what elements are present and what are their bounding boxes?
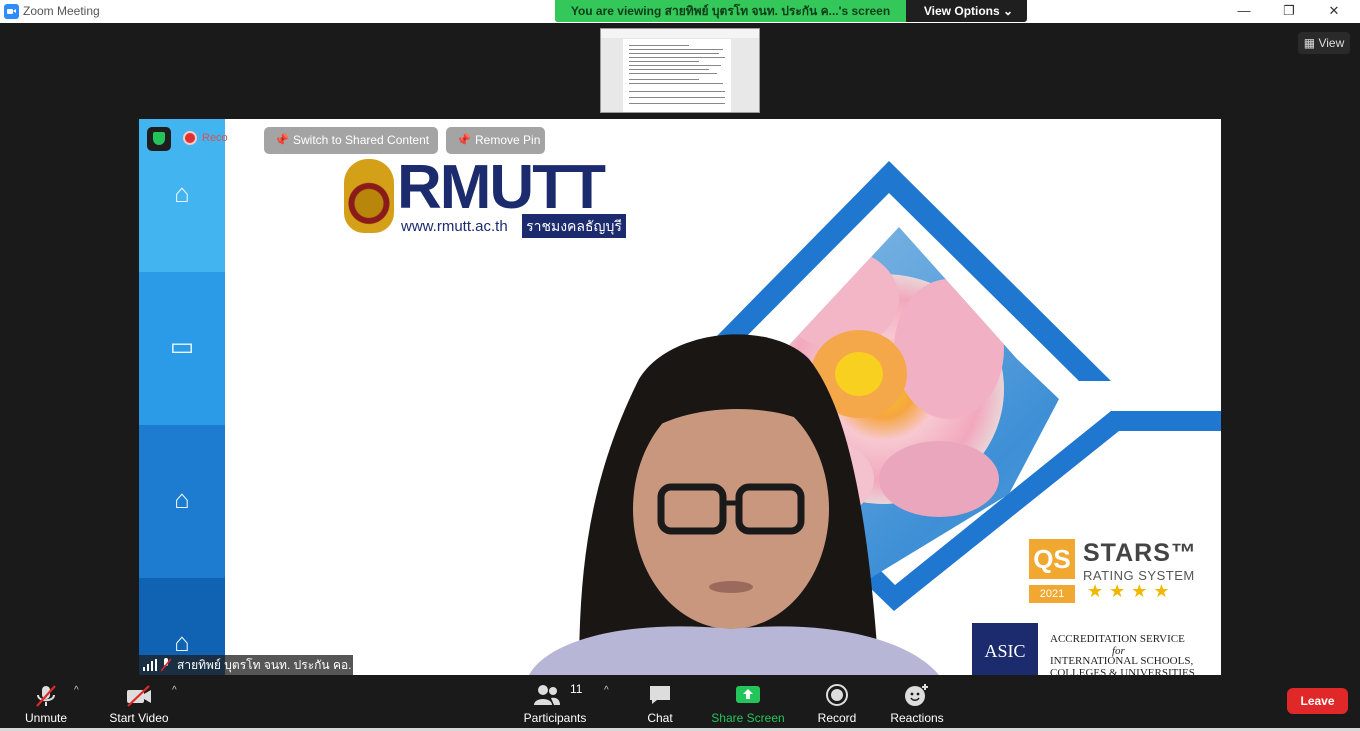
view-options-button[interactable]: View Options ⌄ <box>910 0 1027 22</box>
participants-icon <box>534 685 560 705</box>
window-title: Zoom Meeting <box>23 4 100 18</box>
video-options-caret[interactable]: ^ <box>172 685 177 696</box>
unmute-button[interactable]: Unmute <box>16 679 76 729</box>
share-screen-label: Share Screen <box>711 711 785 725</box>
record-button[interactable]: Record <box>812 679 862 729</box>
participants-options-caret[interactable]: ^ <box>604 685 609 696</box>
shared-content-stage: ⌂ ▭ ⌂ ⌂ RMUTT www.rmutt.ac.th ราชมงคลธัญ… <box>139 119 1221 675</box>
start-video-button[interactable]: Start Video <box>104 679 174 729</box>
minimize-button[interactable]: — <box>1234 2 1254 20</box>
participants-button[interactable]: 11 Participants <box>520 679 590 729</box>
participant-name: สายทิพย์ บุตรโท จนท. ประกัน คอ. <box>177 658 352 672</box>
qs-year: 2021 <box>1029 585 1075 603</box>
switch-to-shared-content-button[interactable]: 📌 Switch to Shared Content <box>264 127 438 154</box>
asic-accreditation-badge: ASIC ACCREDITATION SERVICE for INTERNATI… <box>972 621 1202 675</box>
chat-icon <box>650 686 670 704</box>
qs-stars-badge: QS STARS™ RATING SYSTEM 2021 ★★★★ <box>1027 537 1197 607</box>
security-shield-icon[interactable] <box>147 127 171 151</box>
slide-side-strip: ⌂ ▭ ⌂ ⌂ <box>139 119 225 675</box>
asic-line-4: COLLEGES & UNIVERSITIES <box>1050 667 1195 675</box>
reactions-icon <box>905 684 928 706</box>
participant-name-tag: สายทิพย์ บุตรโท จนท. ประกัน คอ. <box>139 655 353 675</box>
close-button[interactable]: ✕ <box>1324 2 1344 20</box>
record-label: Record <box>817 711 857 725</box>
logo-word: RMUTT <box>397 153 606 222</box>
reactions-label: Reactions <box>890 711 944 725</box>
view-options-label: View Options <box>923 4 1000 18</box>
screen-share-banner: You are viewing สายทิพย์ บุตรโท จนท. ประ… <box>555 0 1027 22</box>
participants-count: 11 <box>570 682 583 696</box>
shared-screen-thumbnail[interactable] <box>600 28 760 113</box>
remove-pin-button[interactable]: 📌 Remove Pin <box>446 127 545 154</box>
asic-mark: ASIC <box>972 623 1038 675</box>
chat-label: Chat <box>647 711 673 725</box>
switch-label: Switch to Shared Content <box>293 133 430 147</box>
record-icon <box>826 684 848 706</box>
muted-mic-icon <box>36 685 56 707</box>
strip-segment-building: ⌂ <box>139 425 225 578</box>
logo-url: www.rmutt.ac.th <box>401 218 508 235</box>
chevron-down-icon: ⌄ <box>1003 4 1014 18</box>
asic-line-1: ACCREDITATION SERVICE <box>1050 633 1185 645</box>
share-screen-button[interactable]: Share Screen <box>708 679 788 729</box>
qs-box: QS <box>1029 539 1075 579</box>
participants-label: Participants <box>523 711 587 725</box>
rmutt-logo: RMUTT www.rmutt.ac.th ราชมงคลธัญบุรี <box>339 144 639 244</box>
view-layout-button[interactable]: ▦ View <box>1298 32 1350 54</box>
meeting-toolbar: Unmute ^ Start Video ^ 11 Participants ^… <box>0 675 1360 731</box>
qs-stars-title: STARS™ <box>1083 539 1197 567</box>
muted-mic-icon <box>161 658 171 672</box>
participant-video <box>529 334 939 675</box>
restore-button[interactable]: ❐ <box>1279 2 1299 20</box>
thumbnail-toolbar <box>601 29 759 38</box>
start-video-label: Start Video <box>109 711 169 725</box>
star-rating-icons: ★★★★ <box>1087 581 1176 601</box>
unmute-label: Unmute <box>24 711 68 725</box>
share-screen-icon <box>736 686 760 703</box>
bed-icon: ▭ <box>169 331 195 361</box>
recording-icon <box>183 131 197 145</box>
strip-segment-bed: ▭ <box>139 272 225 425</box>
view-label: View <box>1318 36 1345 50</box>
remove-pin-label: Remove Pin <box>475 133 541 147</box>
signal-strength-icon <box>143 659 157 671</box>
asic-line-3: INTERNATIONAL SCHOOLS, <box>1050 655 1194 667</box>
reactions-button[interactable]: Reactions <box>887 679 947 729</box>
building-icon: ⌂ <box>174 484 190 514</box>
leave-button[interactable]: Leave <box>1287 688 1348 714</box>
house-icon: ⌂ <box>174 178 190 208</box>
grid-icon: ▦ <box>1303 36 1316 50</box>
recording-label: Reco <box>202 132 228 144</box>
audio-options-caret[interactable]: ^ <box>74 685 79 696</box>
zoom-app-icon <box>4 4 19 19</box>
pin-icon: 📌 <box>456 133 471 147</box>
chat-button[interactable]: Chat <box>635 679 685 729</box>
viewing-screen-message: You are viewing สายทิพย์ บุตรโท จนท. ประ… <box>555 0 906 22</box>
video-off-icon <box>127 685 151 707</box>
thumbnail-document <box>623 39 731 112</box>
logo-tag: ราชมงคลธัญบุรี <box>522 214 626 238</box>
pin-icon: 📌 <box>274 133 289 147</box>
